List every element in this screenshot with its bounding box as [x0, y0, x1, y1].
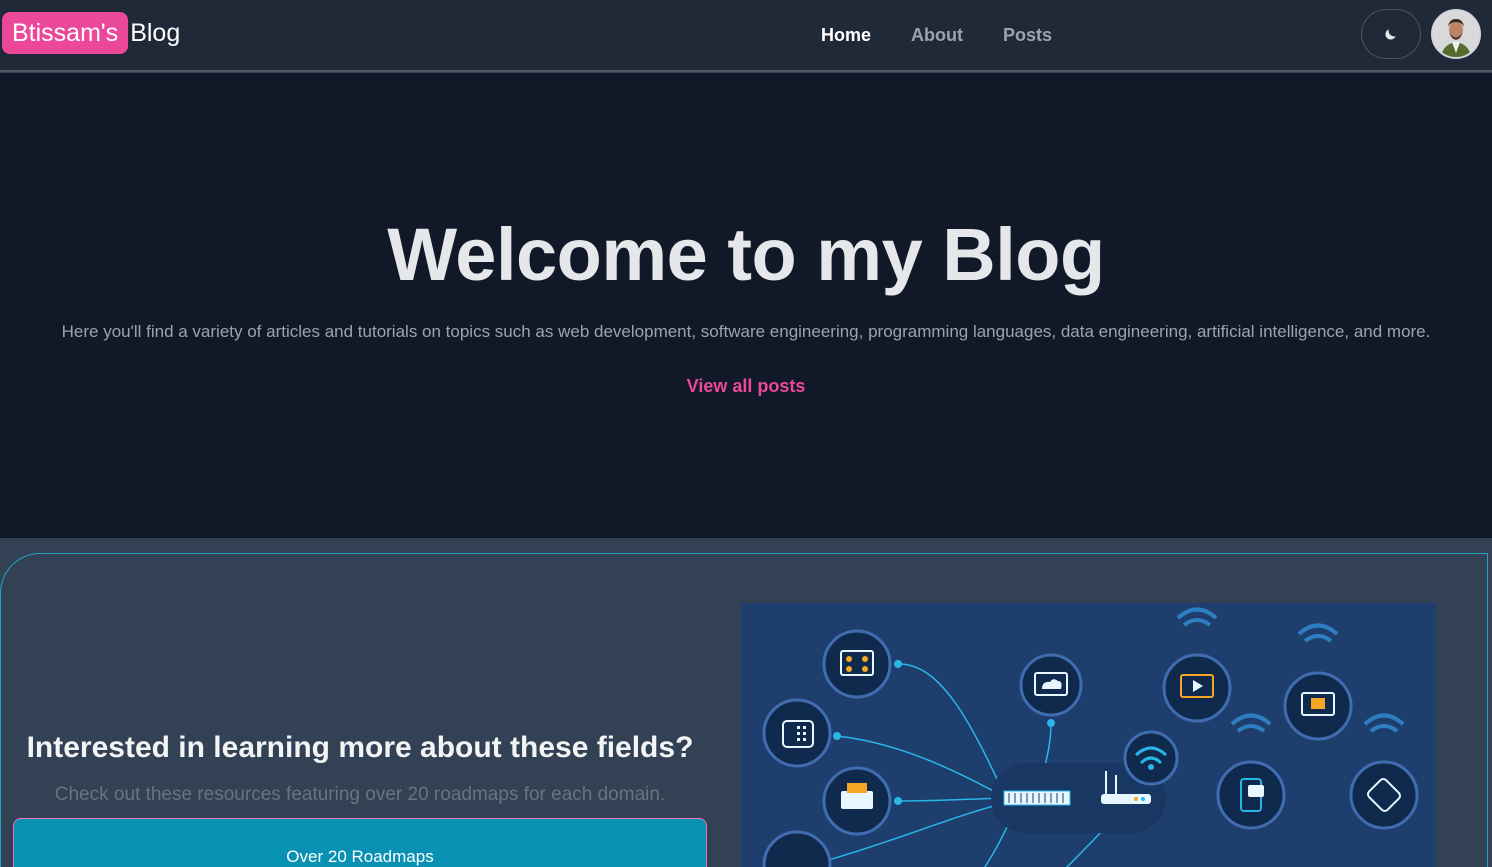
brand-logo-link[interactable]: Btissam's Blog — [2, 12, 180, 54]
avatar-image-icon — [1433, 11, 1479, 57]
hero-subtitle: Here you'll find a variety of articles a… — [61, 322, 1431, 341]
nav-link-home[interactable]: Home — [821, 24, 871, 46]
view-all-posts-link[interactable]: View all posts — [687, 376, 806, 396]
roadmaps-button[interactable]: Over 20 Roadmaps — [13, 818, 707, 867]
hero-title: Welcome to my Blog — [387, 213, 1105, 296]
brand-text: Blog — [130, 18, 181, 47]
roadmaps-description: Check out these resources featuring over… — [54, 784, 666, 805]
hero-cta-wrapper: View all posts — [0, 376, 1492, 397]
network-illustration — [741, 603, 1436, 867]
nav-links: Home About Posts — [821, 24, 1052, 46]
roadmaps-heading: Interested in learning more about these … — [26, 731, 694, 764]
navbar: Btissam's Blog Home About Posts — [0, 0, 1492, 72]
user-avatar[interactable] — [1431, 9, 1481, 59]
nav-link-posts[interactable]: Posts — [1003, 24, 1052, 46]
nav-link-about[interactable]: About — [911, 24, 963, 46]
brand-highlight: Btissam's — [2, 12, 129, 54]
moon-icon — [1385, 29, 1396, 40]
hero-section: Welcome to my Blog Here you'll find a va… — [0, 73, 1492, 538]
theme-toggle-button[interactable] — [1361, 9, 1421, 59]
